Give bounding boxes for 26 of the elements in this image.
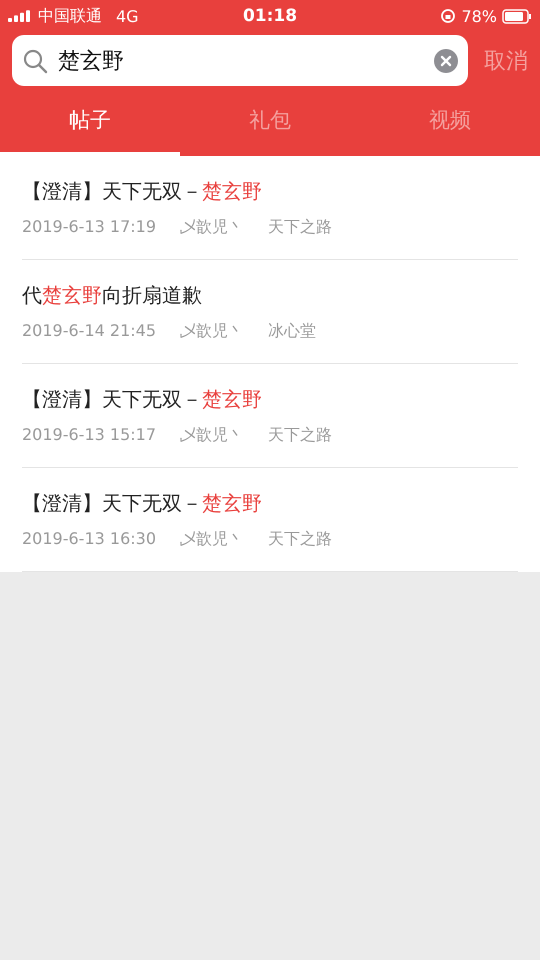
post-author: 乄歆児丶 (180, 216, 244, 238)
post-board: 冰心堂 (268, 320, 316, 342)
post-date: 2019-6-13 16:30 (22, 528, 156, 550)
carrier-name: 中国联通 (38, 6, 102, 26)
post-date: 2019-6-13 15:17 (22, 424, 156, 446)
post-title[interactable]: 代楚玄野向折扇道歉 (22, 282, 518, 308)
search-icon (22, 48, 48, 74)
post-author: 乄歆児丶 (180, 528, 244, 550)
post-board: 天下之路 (268, 528, 332, 550)
post-board: 天下之路 (268, 216, 332, 238)
post-title[interactable]: 【澄清】天下无双－楚玄野 (22, 178, 518, 204)
rotation-lock-icon (440, 8, 456, 24)
battery-icon (502, 8, 532, 24)
post-title[interactable]: 【澄清】天下无双－楚玄野 (22, 386, 518, 412)
battery-percent: 78% (461, 6, 497, 26)
post-date: 2019-6-14 21:45 (22, 320, 156, 342)
network-type: 4G (116, 6, 139, 26)
post-date: 2019-6-13 17:19 (22, 216, 156, 238)
signal-icon (8, 10, 32, 22)
clock-time: 01:18 (242, 6, 298, 26)
post-title[interactable]: 【澄清】天下无双－楚玄野 (22, 490, 518, 516)
post-board: 天下之路 (268, 424, 332, 446)
clear-icon[interactable] (434, 48, 458, 72)
post-author: 乄歆児丶 (180, 320, 244, 342)
post-author: 乄歆児丶 (180, 424, 244, 446)
search-field[interactable]: 楚玄野 (12, 35, 468, 86)
